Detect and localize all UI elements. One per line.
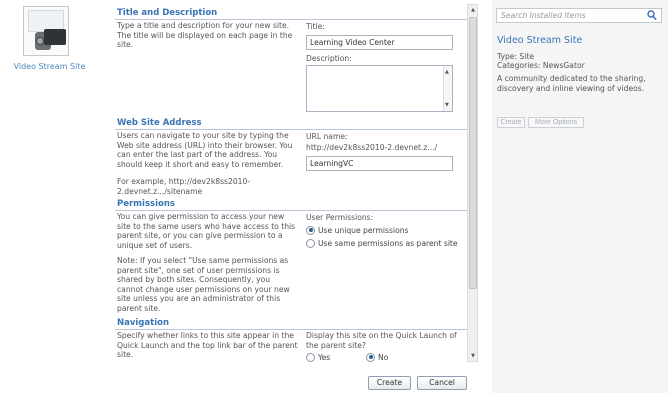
detail-create-button[interactable]: Create (497, 117, 525, 128)
more-options-button[interactable]: More Options (528, 117, 584, 128)
details-panel: Search Installed Items Video Stream Site… (492, 0, 668, 393)
template-name[interactable]: Video Stream Site (2, 62, 97, 72)
radio-nav-yes[interactable]: Yes (306, 351, 330, 363)
search-icon[interactable] (647, 10, 657, 21)
radio-label: Use same permissions as parent site (318, 238, 458, 248)
create-button[interactable]: Create (368, 376, 411, 390)
url-label: URL name: (306, 132, 348, 141)
detail-description: A community dedicated to the sharing, di… (497, 74, 646, 93)
section-divider (115, 129, 470, 130)
section-divider (115, 19, 470, 20)
form-scrollbar[interactable]: ▲ ▼ (467, 4, 478, 362)
textarea-scrollbar[interactable]: ▲ ▼ (443, 66, 452, 111)
section-heading: Web Site Address (117, 118, 202, 128)
section-web-address: Web Site Address Users can navigate to y… (110, 118, 470, 196)
radio-label: No (378, 352, 389, 362)
description-textarea[interactable]: ▲ ▼ (306, 65, 453, 112)
section-divider (115, 329, 470, 330)
template-panel: Video Stream Site (0, 0, 103, 393)
scroll-down-icon[interactable]: ▼ (445, 102, 449, 108)
section-description: Specify whether links to this site appea… (117, 331, 298, 360)
search-input[interactable]: Search Installed Items (496, 8, 662, 23)
radio-selected-icon[interactable] (366, 352, 375, 362)
radio-unselected-icon[interactable] (306, 352, 315, 362)
video-camera-icon[interactable] (23, 6, 69, 56)
radio-nav-no[interactable]: No (366, 351, 388, 363)
section-heading: Permissions (117, 199, 175, 209)
section-title-description: Title and Description Type a title and d… (110, 8, 470, 112)
section-description: Users can navigate to your site by typin… (117, 131, 293, 169)
radio-unselected-icon[interactable] (306, 238, 315, 248)
scroll-up-icon[interactable]: ▲ (469, 6, 477, 14)
create-site-form: Title and Description Type a title and d… (110, 0, 482, 366)
detail-categories: Categories: NewsGator (497, 61, 585, 70)
cancel-button[interactable]: Cancel (417, 376, 467, 390)
title-input[interactable]: Learning Video Center (306, 35, 453, 50)
section-navigation: Navigation Specify whether links to this… (110, 318, 470, 362)
url-prefix: http://dev2k8ss2010-2.devnet.z.../ (306, 143, 438, 152)
description-label: Description: (306, 54, 352, 63)
radio-label: Yes (318, 352, 331, 362)
radio-same-permissions[interactable]: Use same permissions as parent site (306, 237, 458, 249)
permissions-label: User Permissions: (306, 213, 374, 222)
section-permissions: Permissions You can give permission to a… (110, 199, 470, 313)
url-example: For example, http://dev2k8ss2010-2.devne… (117, 177, 251, 196)
radio-label: Use unique permissions (318, 225, 409, 235)
section-heading: Title and Description (117, 8, 218, 18)
radio-selected-icon[interactable] (306, 225, 315, 235)
title-label: Title: (306, 22, 325, 31)
section-divider (115, 210, 470, 211)
search-placeholder: Search Installed Items (501, 11, 586, 20)
section-heading: Navigation (117, 318, 169, 328)
scroll-up-icon[interactable]: ▲ (445, 69, 449, 75)
navigation-question: Display this site on the Quick Launch of… (306, 331, 457, 350)
detail-title: Video Stream Site (497, 35, 583, 46)
scroll-down-icon[interactable]: ▼ (469, 352, 477, 360)
url-input[interactable]: LearningVC (306, 156, 453, 171)
radio-unique-permissions[interactable]: Use unique permissions (306, 224, 408, 236)
section-description: Type a title and description for your ne… (117, 21, 293, 50)
permissions-note: Note: If you select "Use same permission… (117, 256, 290, 313)
section-description: You can give permission to access your n… (117, 212, 296, 250)
scroll-thumb[interactable] (469, 17, 477, 289)
